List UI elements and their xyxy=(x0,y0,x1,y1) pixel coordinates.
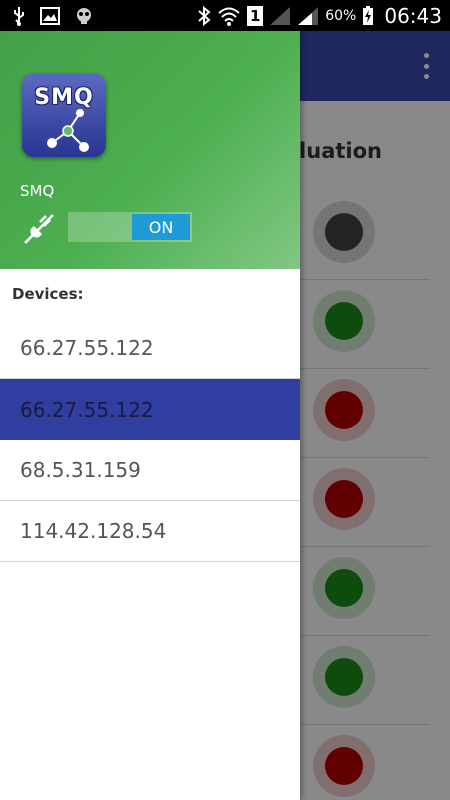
signal-icon xyxy=(297,6,319,26)
toggle-on-label: ON xyxy=(132,214,190,240)
logo-text: SMQ xyxy=(34,85,94,110)
device-label: 114.42.128.54 xyxy=(20,519,167,543)
device-item[interactable]: 114.42.128.54 xyxy=(0,501,300,562)
battery-charging-icon xyxy=(362,5,374,26)
app-logo: SMQ xyxy=(22,73,106,157)
device-item-selected[interactable]: 66.27.55.122 xyxy=(0,379,300,440)
battery-percent: 60% xyxy=(325,7,357,24)
sim-1-icon: 1 xyxy=(247,5,264,26)
clock: 06:43 xyxy=(384,3,442,28)
device-item[interactable]: 68.5.31.159 xyxy=(0,440,300,501)
app-name: SMQ xyxy=(20,182,55,200)
wifi-icon xyxy=(217,6,241,26)
device-list: 66.27.55.122 66.27.55.122 68.5.31.159 11… xyxy=(0,318,300,562)
status-bar: 1 60% 06:43 xyxy=(0,0,450,31)
device-item[interactable]: 66.27.55.122 xyxy=(0,318,300,379)
device-label: 68.5.31.159 xyxy=(20,458,141,482)
skull-notification-icon xyxy=(74,6,94,26)
drawer-header: SMQ SMQ ON xyxy=(0,31,300,269)
navigation-drawer: SMQ SMQ ON Devices: 66.27.55.122 66.27.5… xyxy=(0,31,300,800)
unplugged-icon xyxy=(22,212,56,250)
usb-icon xyxy=(12,6,26,26)
connection-toggle[interactable]: ON xyxy=(68,212,192,242)
bluetooth-icon xyxy=(197,5,211,26)
signal-weak-icon xyxy=(269,6,291,26)
device-label: 66.27.55.122 xyxy=(20,397,154,422)
image-icon xyxy=(40,6,60,25)
devices-heading: Devices: xyxy=(12,285,84,303)
device-label: 66.27.55.122 xyxy=(20,336,154,360)
